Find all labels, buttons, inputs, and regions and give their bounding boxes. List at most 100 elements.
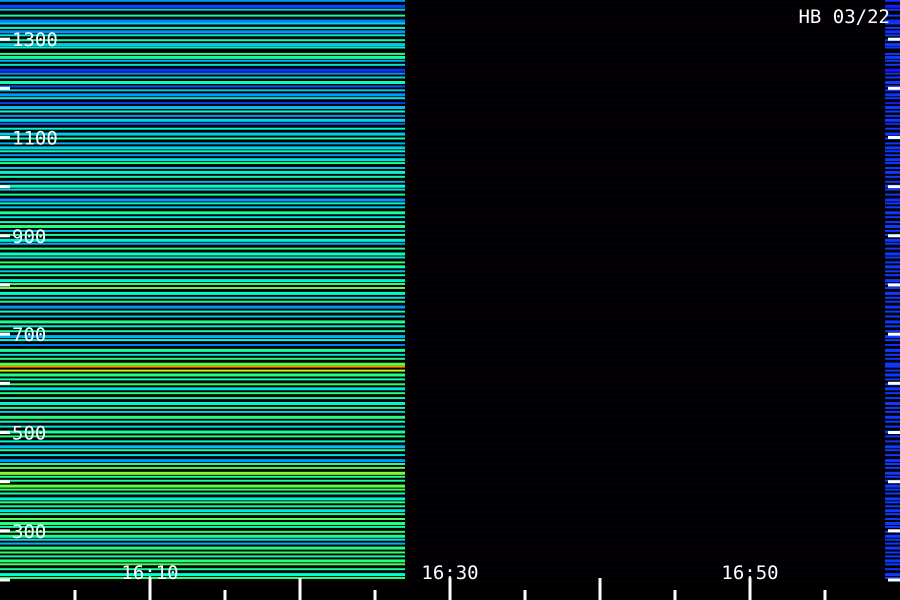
spectrum-band bbox=[885, 55, 900, 59]
spectrum-band bbox=[885, 315, 900, 318]
spectrum-band bbox=[885, 348, 900, 352]
faint-band bbox=[405, 249, 885, 252]
faint-band bbox=[405, 132, 885, 135]
spectrum-band bbox=[0, 63, 405, 66]
spectrum-band bbox=[885, 538, 900, 541]
spectrum-band bbox=[0, 162, 405, 165]
spectrum-band bbox=[885, 505, 900, 508]
spectrum-band bbox=[0, 150, 405, 153]
spectrum-band bbox=[885, 325, 900, 328]
spectrum-band bbox=[0, 256, 405, 259]
spectrum-band bbox=[885, 425, 900, 428]
spectrum-band bbox=[0, 225, 405, 228]
faint-band bbox=[405, 118, 885, 121]
spectrum-band bbox=[885, 158, 900, 162]
spectrum-band bbox=[0, 118, 405, 122]
faint-band bbox=[405, 43, 885, 46]
spectrum-band bbox=[885, 568, 900, 571]
spectrum-band bbox=[0, 497, 405, 501]
spectrum-band bbox=[885, 305, 900, 309]
faint-band bbox=[405, 442, 885, 445]
faint-band bbox=[405, 421, 885, 424]
spectrum-band bbox=[0, 270, 405, 273]
spectrum-band bbox=[0, 4, 405, 8]
faint-band bbox=[405, 511, 885, 514]
faint-band bbox=[405, 77, 885, 80]
spectrum-band bbox=[0, 471, 405, 475]
spectrum-band bbox=[0, 538, 405, 541]
spectrum-band bbox=[885, 369, 900, 372]
spectrum-band bbox=[885, 525, 900, 528]
spectrum-band bbox=[0, 97, 405, 100]
spectrum-band bbox=[885, 445, 900, 449]
faint-band bbox=[405, 215, 885, 218]
spectrum-band bbox=[0, 339, 405, 342]
spectrum-band bbox=[0, 229, 405, 232]
spectrum-band bbox=[0, 383, 405, 386]
spectrum-band bbox=[0, 137, 405, 140]
spectrum-band bbox=[0, 513, 405, 516]
spectrum-band bbox=[885, 261, 900, 264]
spectrum-band bbox=[0, 440, 405, 443]
spectrum-band bbox=[0, 454, 405, 457]
y-tick-label: 300 bbox=[12, 521, 46, 543]
spectrum-band bbox=[0, 180, 405, 183]
spectrum-band bbox=[0, 26, 405, 29]
spectrum-band bbox=[0, 247, 405, 250]
faint-band bbox=[405, 91, 885, 94]
spectrum-band bbox=[0, 518, 405, 520]
spectrum-band bbox=[0, 378, 405, 381]
spectrum-band bbox=[0, 8, 405, 11]
spectrum-band bbox=[885, 513, 900, 516]
spectrum-band bbox=[885, 397, 900, 400]
spectrum-band bbox=[0, 158, 405, 162]
faint-band bbox=[405, 325, 885, 328]
spectrum-band bbox=[885, 488, 900, 491]
faint-band bbox=[405, 297, 885, 300]
spectrum-band bbox=[885, 193, 900, 196]
faint-band bbox=[405, 332, 885, 335]
spectrum-band bbox=[0, 184, 405, 188]
spectrum-band bbox=[0, 72, 405, 75]
spectrum-band bbox=[885, 93, 900, 97]
spectrum-band bbox=[885, 459, 900, 463]
spectrum-band bbox=[885, 522, 900, 525]
spectrum-band bbox=[0, 425, 405, 428]
spectrum-band bbox=[0, 373, 405, 377]
faint-band bbox=[405, 173, 885, 176]
spectrum-band bbox=[0, 19, 405, 23]
faint-band bbox=[405, 545, 885, 548]
spectrum-band bbox=[885, 97, 900, 100]
y-tick-label: 500 bbox=[12, 423, 46, 445]
faint-band bbox=[405, 70, 885, 73]
spectrum-band bbox=[0, 296, 405, 299]
spectrum-band bbox=[0, 501, 405, 504]
faint-band bbox=[405, 531, 885, 534]
y-tick-label: 900 bbox=[12, 226, 46, 248]
spectrum-band bbox=[0, 546, 405, 550]
spectrum-band bbox=[0, 402, 405, 405]
spectrum-band bbox=[0, 238, 405, 242]
spectrum-band bbox=[885, 287, 900, 289]
spectrum-band bbox=[885, 402, 900, 405]
faint-band bbox=[405, 552, 885, 555]
faint-band bbox=[405, 456, 885, 459]
spectrum-band bbox=[885, 146, 900, 150]
spectrum-band bbox=[885, 546, 900, 550]
spectrum-band bbox=[0, 397, 405, 400]
spectrum-band bbox=[0, 34, 405, 37]
spectrum-band bbox=[885, 279, 900, 283]
faint-band bbox=[405, 242, 885, 245]
faint-band bbox=[405, 36, 885, 39]
spectrum-band bbox=[885, 242, 900, 245]
spectrum-band bbox=[0, 211, 405, 215]
spectrum-band bbox=[0, 522, 405, 525]
spectrum-band bbox=[885, 475, 900, 478]
faint-band bbox=[405, 105, 885, 107]
spectrum-band bbox=[885, 551, 900, 554]
faint-band bbox=[405, 407, 885, 410]
spectrum-band bbox=[885, 72, 900, 75]
spectrum-band bbox=[0, 76, 405, 79]
spectrum-band bbox=[885, 206, 900, 209]
spectrum-band bbox=[0, 357, 405, 360]
